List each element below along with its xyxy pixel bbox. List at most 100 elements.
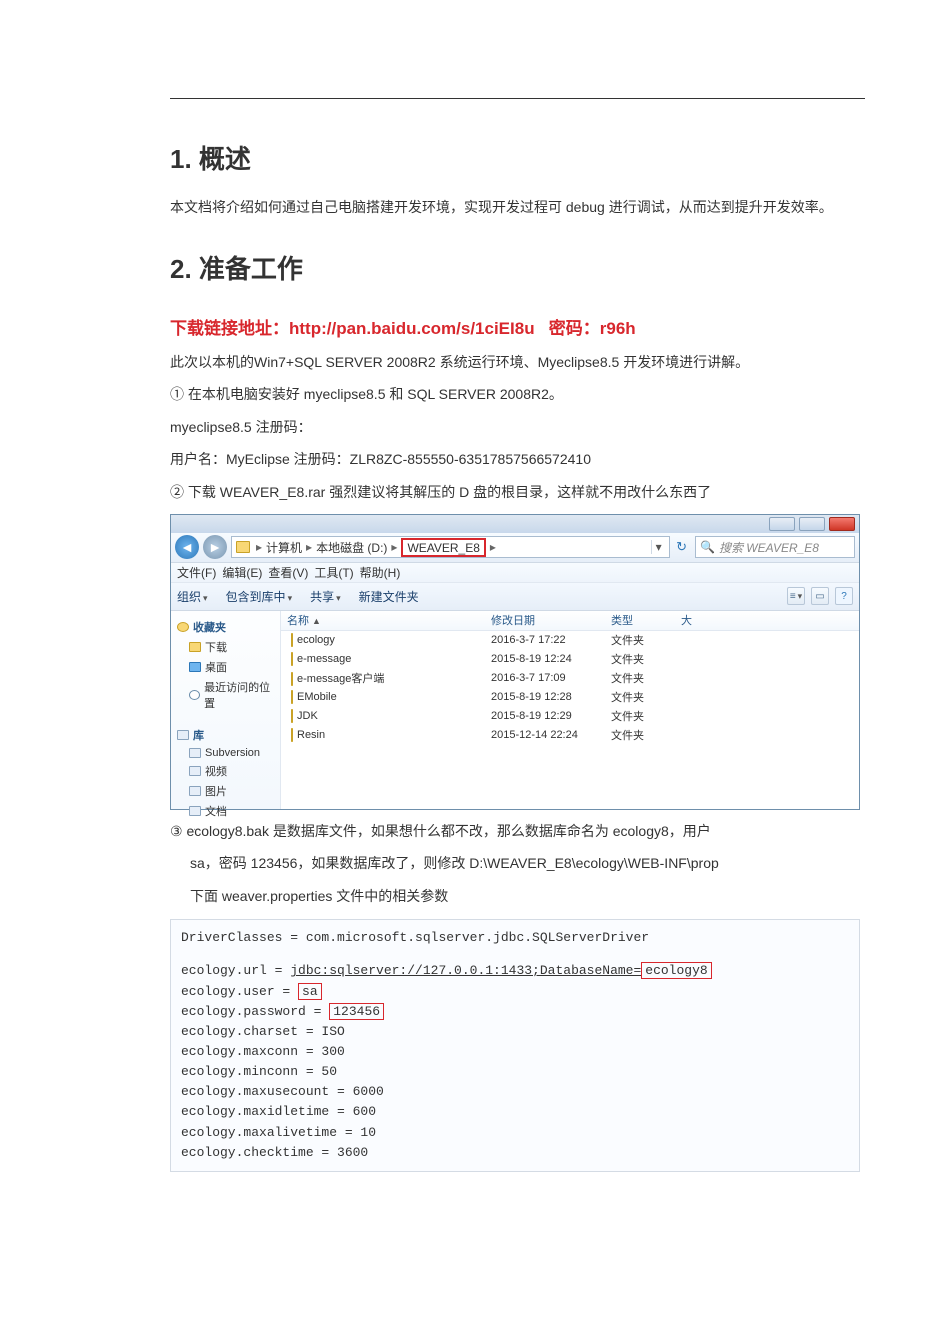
video-icon xyxy=(189,766,201,776)
breadcrumb[interactable]: ▸ 计算机 ▸ 本地磁盘 (D:) ▸ WEAVER_E8 ▸ ▾ xyxy=(231,536,670,558)
download-label: 下载链接地址： xyxy=(170,319,289,338)
sort-asc-icon: ▲ xyxy=(312,616,321,626)
chevron-right-icon: ▸ xyxy=(254,540,264,554)
menu-bar: 文件(F) 编辑(E) 查看(V) 工具(T) 帮助(H) xyxy=(171,563,859,583)
menu-edit[interactable]: 编辑(E) xyxy=(222,564,262,581)
db-name-highlight: ecology8 xyxy=(641,962,711,979)
section-heading-1: 1. 概述 xyxy=(170,139,865,176)
props-line: ecology.minconn = 50 xyxy=(181,1062,849,1082)
menu-tools[interactable]: 工具(T) xyxy=(314,564,353,581)
search-icon: 🔍 xyxy=(700,540,715,554)
url-value: jdbc:sqlserver://127.0.0.1:1433;Database… xyxy=(290,963,641,978)
picture-icon xyxy=(189,786,201,796)
preview-pane-icon[interactable]: ▭ xyxy=(811,587,829,605)
toolbar-include-lib[interactable]: 包含到库中▾ xyxy=(226,588,293,605)
props-line: ecology.maxusecount = 6000 xyxy=(181,1082,849,1102)
props-line: ecology.checktime = 3600 xyxy=(181,1143,849,1163)
menu-view[interactable]: 查看(V) xyxy=(268,564,308,581)
sidebar-libraries[interactable]: 库 xyxy=(171,723,280,745)
chevron-right-icon: ▸ xyxy=(389,540,399,554)
document-icon xyxy=(189,806,201,816)
toolbar: 组织▾ 包含到库中▾ 共享▾ 新建文件夹 ≡▾ ▭ ? xyxy=(171,583,859,611)
col-size[interactable]: 大 xyxy=(681,612,731,628)
props-line: ecology.password = 123456 xyxy=(181,1002,849,1022)
breadcrumb-seg-2[interactable]: 本地磁盘 (D:) xyxy=(316,539,387,556)
reg-line: myeclipse8.5 注册码： xyxy=(170,414,865,441)
step-3a: ③ ecology8.bak 是数据库文件，如果想什么都不改，那么数据库命名为 … xyxy=(170,818,865,845)
folder-icon xyxy=(236,541,250,553)
sidebar: 收藏夹 下载 桌面 最近访问的位置 库 Subversion 视频 图片 文档 … xyxy=(171,611,281,809)
download-pw: r96h xyxy=(600,319,636,338)
props-line: ecology.user = sa xyxy=(181,982,849,1002)
chevron-right-icon: ▸ xyxy=(304,540,314,554)
breadcrumb-dropdown[interactable]: ▾ xyxy=(651,540,665,554)
folder-icon xyxy=(291,690,293,704)
table-row[interactable]: Resin 2015-12-14 22:24 文件夹 xyxy=(281,726,859,745)
password-highlight: 123456 xyxy=(329,1003,384,1020)
folder-icon xyxy=(291,672,293,686)
user-line: 用户名：MyEclipse 注册码：ZLR8ZC-855550-63517857… xyxy=(170,446,865,473)
folder-icon xyxy=(291,709,293,723)
sidebar-item-downloads[interactable]: 下载 xyxy=(171,637,280,657)
toolbar-organize[interactable]: 组织▾ xyxy=(177,588,208,605)
props-line: ecology.charset = ISO xyxy=(181,1022,849,1042)
horizontal-rule xyxy=(170,98,865,99)
sidebar-item-subversion[interactable]: Subversion xyxy=(171,745,280,761)
props-line: ecology.maxalivetime = 10 xyxy=(181,1123,849,1143)
user-highlight: sa xyxy=(298,983,322,1000)
props-line: DriverClasses = com.microsoft.sqlserver.… xyxy=(181,928,849,948)
column-headers: 名称▲ 修改日期 类型 大 xyxy=(281,611,859,631)
minimize-button[interactable] xyxy=(769,517,795,531)
window-titlebar[interactable] xyxy=(171,515,859,533)
sidebar-favorites[interactable]: 收藏夹 xyxy=(171,615,280,637)
breadcrumb-seg-3[interactable]: WEAVER_E8 xyxy=(401,538,485,557)
back-button[interactable]: ◄ xyxy=(175,535,199,559)
col-type[interactable]: 类型 xyxy=(611,612,681,628)
toolbar-share[interactable]: 共享▾ xyxy=(310,588,341,605)
toolbar-new-folder[interactable]: 新建文件夹 xyxy=(359,588,419,605)
step-3c: 下面 weaver.properties 文件中的相关参数 xyxy=(170,883,865,910)
download-url[interactable]: http://pan.baidu.com/s/1ciEI8u xyxy=(289,319,535,338)
folder-icon xyxy=(189,748,201,758)
sidebar-item-recent[interactable]: 最近访问的位置 xyxy=(171,677,280,713)
folder-icon xyxy=(291,728,293,742)
table-row[interactable]: JDK 2015-8-19 12:29 文件夹 xyxy=(281,707,859,726)
section-heading-2: 2. 准备工作 xyxy=(170,249,865,286)
menu-help[interactable]: 帮助(H) xyxy=(360,564,401,581)
props-line: ecology.url = jdbc:sqlserver://127.0.0.1… xyxy=(181,961,849,981)
properties-code-block: DriverClasses = com.microsoft.sqlserver.… xyxy=(170,919,860,1172)
library-icon xyxy=(177,730,189,740)
props-line: ecology.maxidletime = 600 xyxy=(181,1102,849,1122)
table-row[interactable]: ecology 2016-3-7 17:22 文件夹 xyxy=(281,631,859,650)
download-pw-label: 密码： xyxy=(549,319,600,338)
table-row[interactable]: EMobile 2015-8-19 12:28 文件夹 xyxy=(281,688,859,707)
file-list: 名称▲ 修改日期 类型 大 ecology 2016-3-7 17:22 文件夹… xyxy=(281,611,859,809)
help-icon[interactable]: ? xyxy=(835,587,853,605)
sidebar-item-pictures[interactable]: 图片 xyxy=(171,781,280,801)
nav-bar: ◄ ► ▸ 计算机 ▸ 本地磁盘 (D:) ▸ WEAVER_E8 ▸ ▾ ↻ … xyxy=(171,533,859,563)
table-row[interactable]: e-message客户端 2016-3-7 17:09 文件夹 xyxy=(281,669,859,688)
menu-file[interactable]: 文件(F) xyxy=(177,564,216,581)
star-icon xyxy=(177,622,189,632)
section1-body: 本文档将介绍如何通过自己电脑搭建开发环境，实现开发过程可 debug 进行调试，… xyxy=(170,194,865,221)
folder-icon xyxy=(291,652,293,666)
folder-icon xyxy=(291,633,293,647)
maximize-button[interactable] xyxy=(799,517,825,531)
sidebar-item-desktop[interactable]: 桌面 xyxy=(171,657,280,677)
explorer-window: ◄ ► ▸ 计算机 ▸ 本地磁盘 (D:) ▸ WEAVER_E8 ▸ ▾ ↻ … xyxy=(170,514,860,810)
forward-button[interactable]: ► xyxy=(203,535,227,559)
table-row[interactable]: e-message 2015-8-19 12:24 文件夹 xyxy=(281,650,859,669)
refresh-icon[interactable]: ↻ xyxy=(676,539,687,555)
folder-icon xyxy=(189,642,201,652)
step-1: ① 在本机电脑安装好 myeclipse8.5 和 SQL SERVER 200… xyxy=(170,381,865,408)
search-placeholder: 搜索 WEAVER_E8 xyxy=(719,539,819,556)
col-date[interactable]: 修改日期 xyxy=(491,612,611,628)
col-name[interactable]: 名称▲ xyxy=(281,612,491,628)
search-input[interactable]: 🔍 搜索 WEAVER_E8 xyxy=(695,536,855,558)
chevron-right-icon: ▸ xyxy=(488,540,498,554)
close-button[interactable] xyxy=(829,517,855,531)
view-options-icon[interactable]: ≡▾ xyxy=(787,587,805,605)
sidebar-item-videos[interactable]: 视频 xyxy=(171,761,280,781)
intro-line: 此次以本机的Win7+SQL SERVER 2008R2 系统运行环境、Myec… xyxy=(170,349,865,376)
breadcrumb-seg-1[interactable]: 计算机 xyxy=(266,539,302,556)
